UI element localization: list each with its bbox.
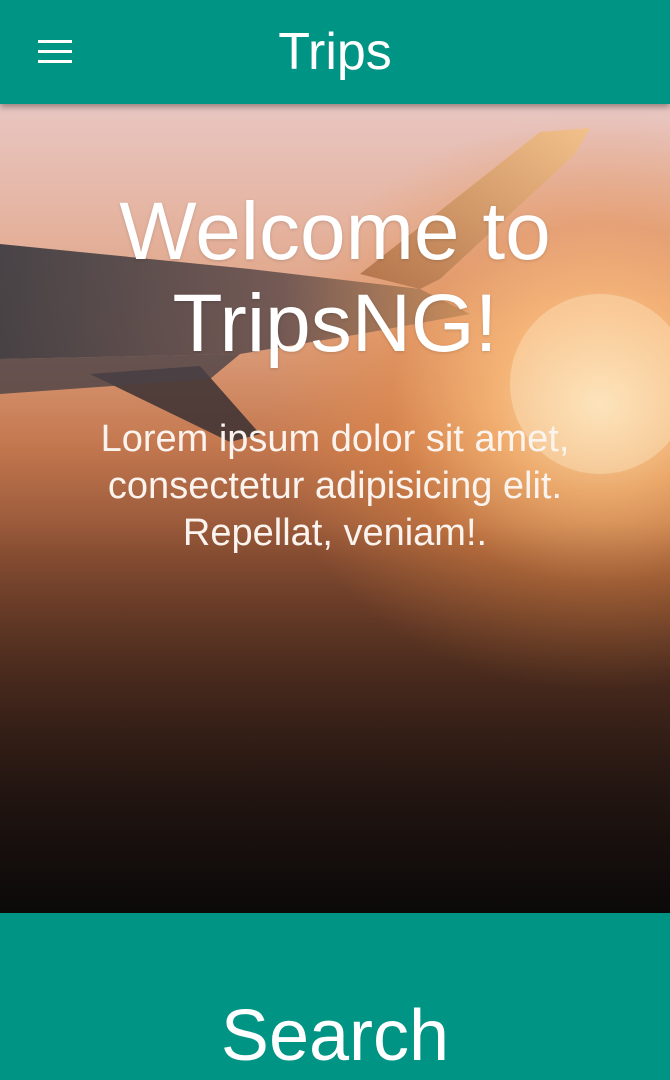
search-section: Search [0,913,670,1080]
hero-content: Welcome to TripsNG! Lorem ipsum dolor si… [0,186,670,557]
app-root: Trips Welcome to TripsNG! Lorem ipsum do… [0,0,670,1080]
hero-banner: Welcome to TripsNG! Lorem ipsum dolor si… [0,104,670,913]
top-app-bar: Trips [0,0,670,104]
app-title: Trips [278,23,392,81]
search-heading: Search [220,996,450,1076]
hero-description: Lorem ipsum dolor sit amet, consectetur … [100,418,570,554]
hero-title: Welcome to TripsNG! [119,186,551,369]
